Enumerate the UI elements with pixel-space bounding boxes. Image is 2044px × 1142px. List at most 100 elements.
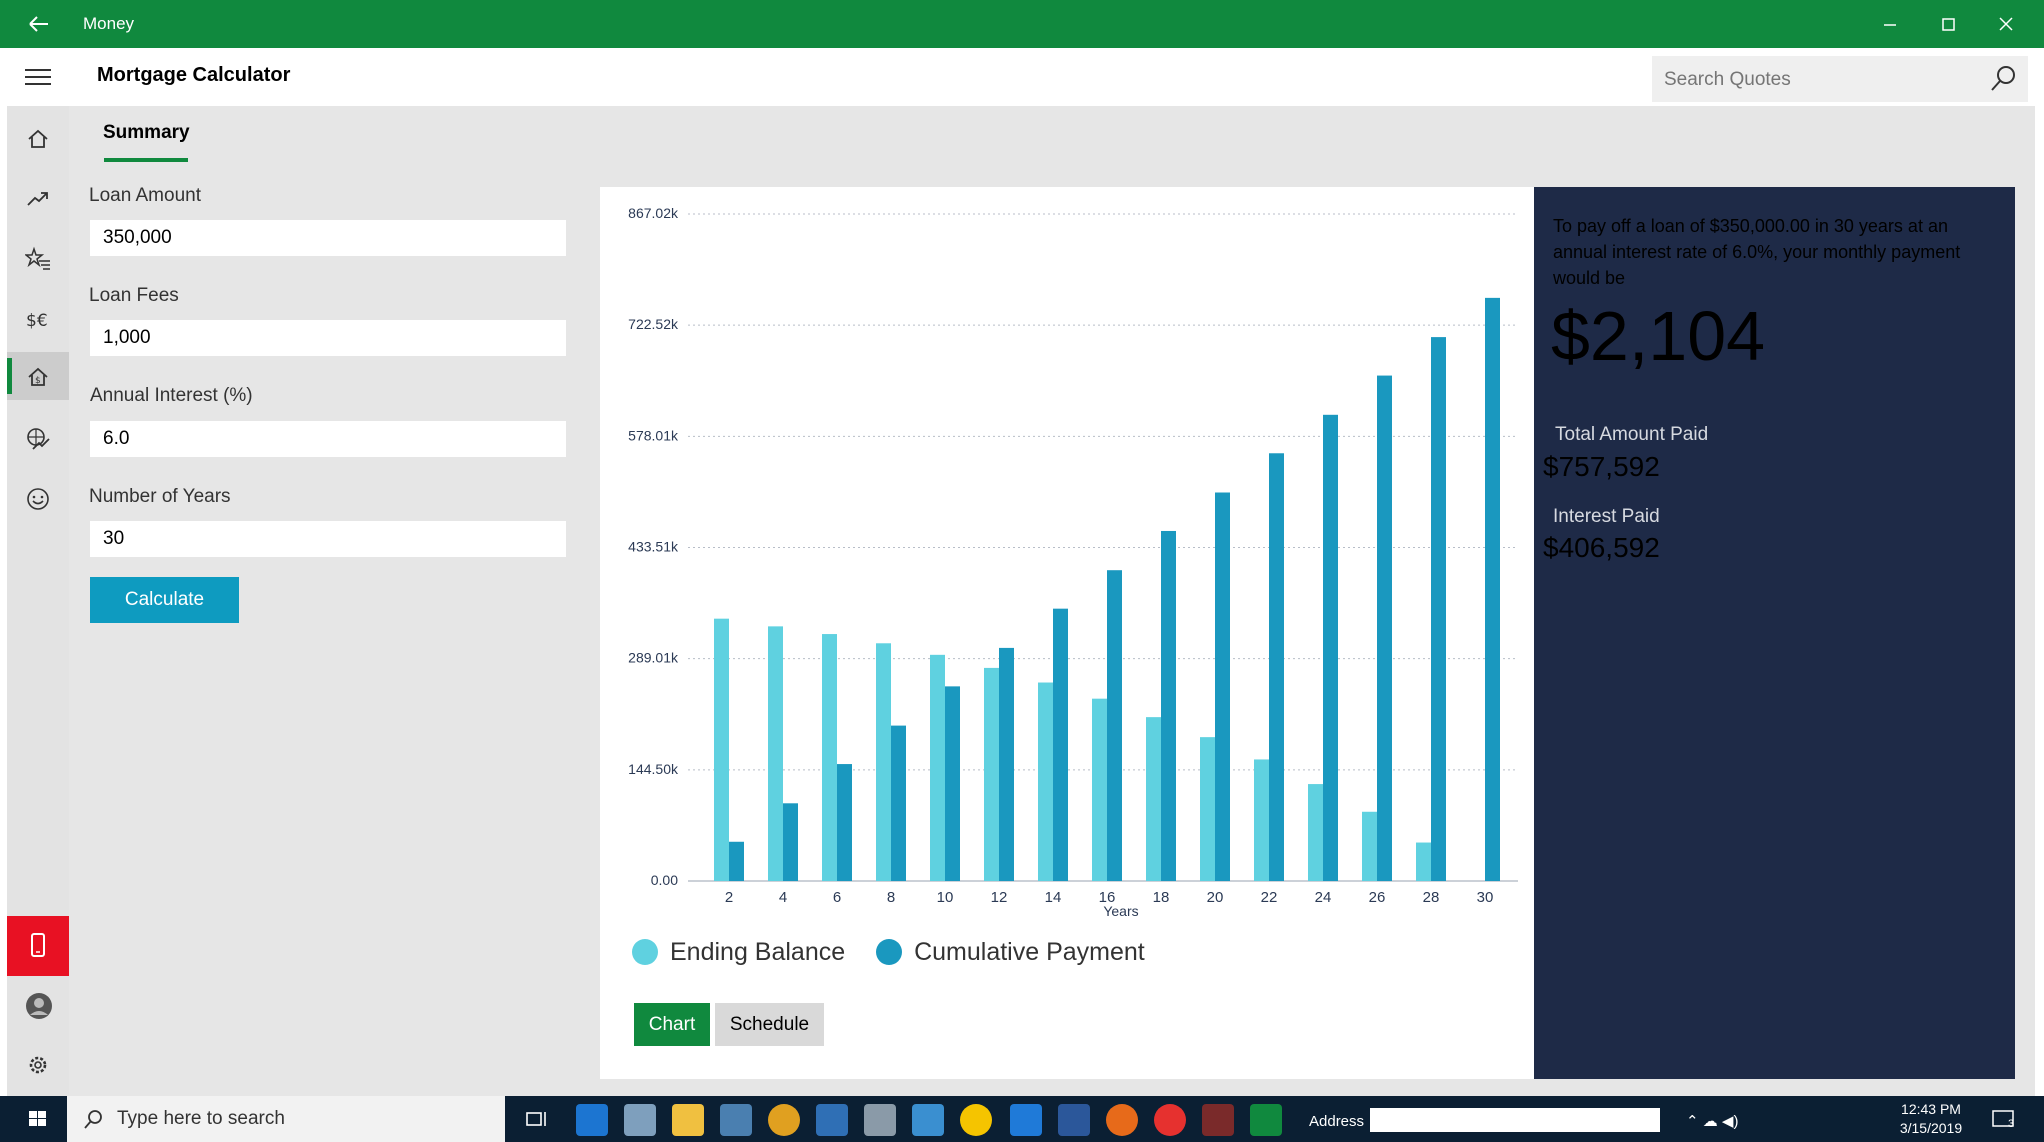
page-title: Mortgage Calculator [97, 64, 291, 86]
number-of-years-input[interactable] [90, 521, 566, 557]
search-box[interactable] [1652, 56, 2028, 102]
bar-ending-balance[interactable] [1038, 682, 1053, 881]
bar-cumulative-payment[interactable] [837, 764, 852, 881]
store-icon[interactable] [816, 1104, 848, 1136]
edge-icon[interactable] [1010, 1104, 1042, 1136]
app-shortcut-icon[interactable] [624, 1104, 656, 1136]
loan-amount-label: Loan Amount [89, 185, 201, 206]
interest-paid-value: $406,592 [1543, 532, 1660, 563]
search-input[interactable] [1662, 64, 1966, 96]
gear-icon [29, 1056, 47, 1074]
internet-explorer-icon[interactable] [576, 1104, 608, 1136]
bar-ending-balance[interactable] [1362, 811, 1377, 881]
y-tick-label: 0.00 [651, 872, 678, 888]
chart-view-tab[interactable]: Chart [634, 1003, 710, 1046]
file-explorer-icon[interactable] [672, 1104, 704, 1136]
bar-ending-balance[interactable] [768, 626, 783, 881]
y-tick-label: 144.50k [628, 761, 679, 777]
app-shortcut-icon[interactable] [912, 1104, 944, 1136]
bar-ending-balance[interactable] [822, 634, 837, 881]
nav-settings[interactable] [7, 1040, 69, 1088]
bar-cumulative-payment[interactable] [1377, 375, 1392, 881]
bar-cumulative-payment[interactable] [783, 803, 798, 881]
nav-mobile-promo[interactable] [7, 916, 69, 976]
bar-cumulative-payment[interactable] [1431, 337, 1446, 882]
minimize-button[interactable] [1866, 6, 1914, 42]
legend-swatch-cumulative-payment [876, 939, 903, 966]
x-tick-label: 6 [833, 889, 841, 906]
legend-swatch-ending-balance [632, 939, 658, 966]
app-shortcut-icon[interactable] [1154, 1104, 1186, 1136]
nav-mortgage-calculator[interactable]: $ [7, 352, 69, 400]
bar-ending-balance[interactable] [1416, 842, 1431, 881]
x-tick-label: 12 [991, 889, 1008, 906]
window-title: Money [83, 14, 135, 33]
calculate-button[interactable]: Calculate [90, 577, 239, 623]
app-shortcut-icon[interactable] [720, 1104, 752, 1136]
bar-ending-balance[interactable] [1146, 717, 1161, 881]
smiley-icon [27, 488, 49, 510]
monthly-payment-value: $2,104 [1551, 297, 1766, 375]
bar-cumulative-payment[interactable] [999, 647, 1014, 881]
app-shortcut-icon[interactable] [1202, 1104, 1234, 1136]
norton-icon[interactable] [960, 1104, 992, 1136]
notification-icon [1992, 1110, 2014, 1127]
task-view-icon[interactable] [520, 1104, 552, 1136]
search-icon[interactable] [1988, 64, 2018, 94]
bar-cumulative-payment[interactable] [891, 725, 906, 881]
bar-cumulative-payment[interactable] [729, 841, 744, 881]
x-tick-label: 26 [1369, 889, 1386, 906]
bar-ending-balance[interactable] [984, 667, 999, 881]
taskbar-clock[interactable]: 12:43 PM 3/15/2019 [1886, 1100, 1976, 1138]
bar-cumulative-payment[interactable] [1107, 570, 1122, 881]
action-center-button[interactable]: 3 [1990, 1108, 2020, 1132]
maximize-button[interactable] [1924, 6, 1972, 42]
x-tick-label: 22 [1261, 889, 1278, 906]
close-button[interactable] [1982, 6, 2030, 42]
bar-ending-balance[interactable] [1254, 759, 1269, 881]
chart-legend: Ending Balance Cumulative Payment [632, 937, 1169, 967]
address-toolbar-input[interactable] [1370, 1108, 1660, 1132]
star-list-icon [25, 246, 50, 270]
y-tick-label: 578.01k [628, 427, 679, 443]
bar-cumulative-payment[interactable] [1269, 453, 1284, 881]
nav-feedback[interactable] [7, 474, 69, 522]
app-shortcut-icon[interactable] [864, 1104, 896, 1136]
nav-world-markets[interactable] [7, 414, 69, 462]
nav-home[interactable] [7, 114, 69, 162]
money-app-icon[interactable] [1250, 1104, 1282, 1136]
schedule-view-tab[interactable]: Schedule [715, 1003, 824, 1046]
firefox-icon[interactable] [1106, 1104, 1138, 1136]
bar-ending-balance[interactable] [1200, 737, 1215, 881]
bar-ending-balance[interactable] [930, 654, 945, 881]
nav-watchlist[interactable] [7, 234, 69, 282]
nav-account[interactable] [7, 980, 69, 1028]
bar-ending-balance[interactable] [876, 643, 891, 881]
start-button[interactable] [7, 1096, 67, 1142]
taskbar-search-icon [84, 1110, 102, 1129]
bar-cumulative-payment[interactable] [1215, 492, 1230, 881]
bar-cumulative-payment[interactable] [1161, 530, 1176, 881]
bar-ending-balance[interactable] [1092, 698, 1107, 881]
chrome-icon[interactable] [768, 1104, 800, 1136]
back-button[interactable] [20, 8, 56, 40]
x-tick-label: 10 [937, 889, 954, 906]
x-axis-title: Years [1103, 903, 1138, 919]
bar-cumulative-payment[interactable] [1053, 608, 1068, 881]
bar-ending-balance[interactable] [714, 618, 729, 881]
bar-cumulative-payment[interactable] [945, 686, 960, 881]
legend-label-ending-balance: Ending Balance [670, 937, 846, 966]
bar-cumulative-payment[interactable] [1485, 297, 1500, 881]
bar-ending-balance[interactable] [1308, 784, 1323, 881]
word-icon[interactable] [1058, 1104, 1090, 1136]
tab-summary[interactable]: Summary [103, 122, 190, 144]
system-tray-icons[interactable]: ⌃ ☁ ◀) [1686, 1112, 1738, 1130]
hamburger-menu-button[interactable] [12, 62, 64, 92]
annual-interest-input[interactable] [90, 421, 566, 457]
loan-amount-input[interactable] [90, 220, 566, 256]
taskbar-search-box[interactable]: Type here to search [67, 1096, 505, 1142]
loan-fees-input[interactable] [90, 320, 566, 356]
bar-cumulative-payment[interactable] [1323, 414, 1338, 881]
nav-markets[interactable] [7, 174, 69, 222]
nav-currencies[interactable]: $€ [7, 294, 69, 342]
